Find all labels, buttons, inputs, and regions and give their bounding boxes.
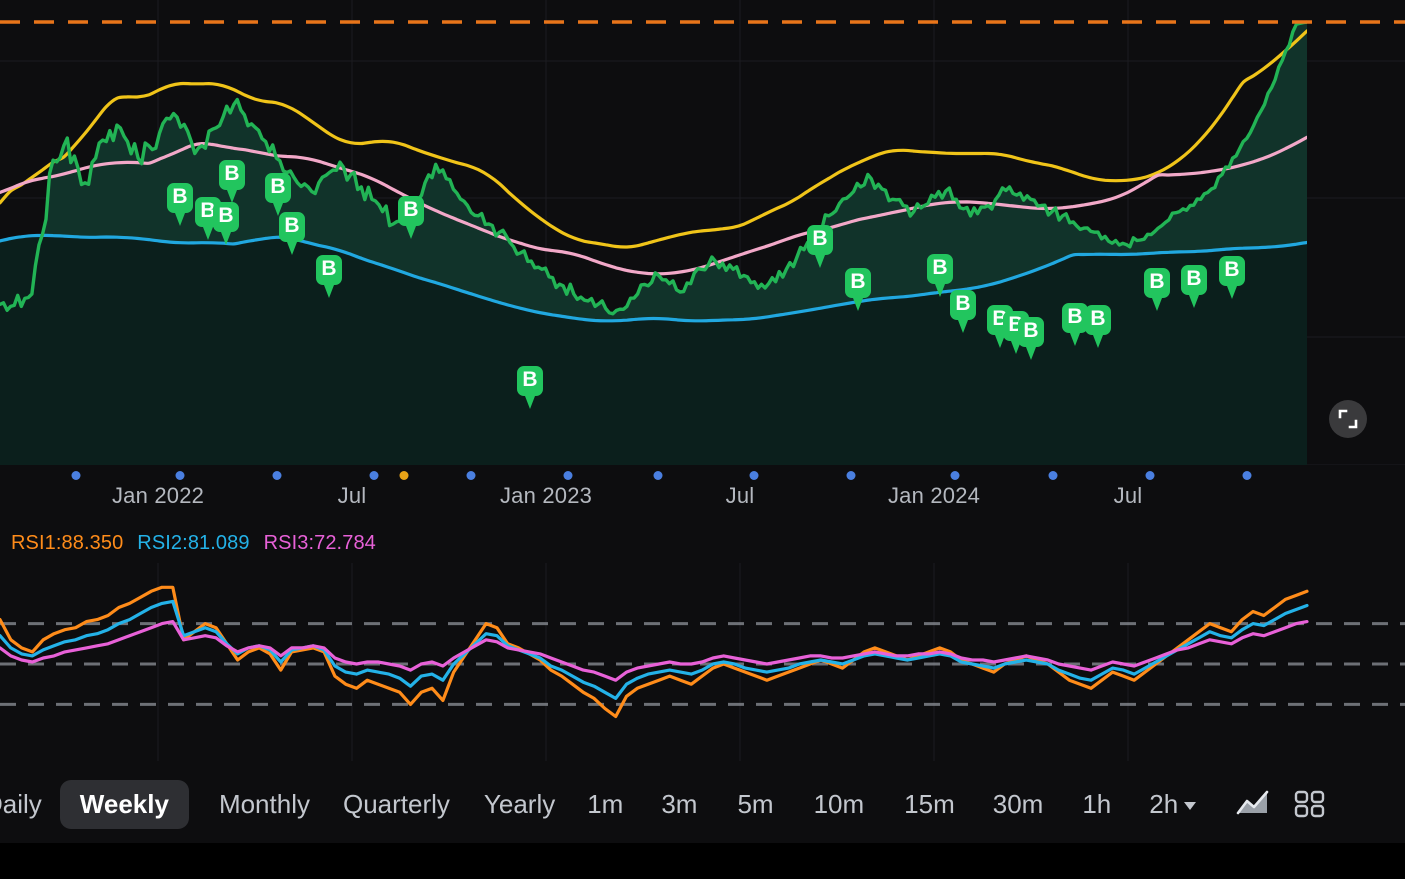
timeframe-1m[interactable]: 1m xyxy=(587,780,623,829)
event-dot[interactable] xyxy=(369,471,379,480)
event-dot[interactable] xyxy=(846,471,856,480)
timeframe-label: 1h xyxy=(1082,788,1112,819)
timeframe-15m[interactable]: 15m xyxy=(904,780,955,829)
axis-tick-label: Jul xyxy=(725,483,755,508)
timeframe-label: Monthly xyxy=(218,788,310,819)
timeframe-label: Yearly xyxy=(483,788,556,819)
buy-marker-label: B xyxy=(284,214,299,237)
timeframe-label: 3m xyxy=(661,788,698,819)
timeframe-label: 30m xyxy=(992,788,1044,819)
event-dot[interactable] xyxy=(1145,471,1155,480)
buy-marker-label: B xyxy=(224,162,239,185)
buy-marker-label: B xyxy=(270,175,285,198)
event-dot[interactable] xyxy=(749,471,759,480)
event-dot[interactable] xyxy=(563,471,573,480)
event-dot[interactable] xyxy=(175,471,185,480)
expand-chart-button[interactable] xyxy=(1329,400,1367,438)
event-dot-highlight[interactable] xyxy=(399,471,409,480)
axis-tick-label: Jan 2023 xyxy=(499,483,593,508)
grid-layout-icon[interactable] xyxy=(1294,789,1326,819)
timeframe-label: 5m xyxy=(737,788,774,819)
timeframe-yearly[interactable]: Yearly xyxy=(484,780,555,829)
buy-marker-label: B xyxy=(1023,319,1038,342)
rsi-legend-item-3: RSI3:72.784 xyxy=(263,531,376,554)
event-dot[interactable] xyxy=(466,471,476,480)
event-dot[interactable] xyxy=(71,471,81,480)
event-dot[interactable] xyxy=(653,471,663,480)
timeframe-label: Weekly xyxy=(79,788,169,819)
price-chart-svg: BBBBBBBBBBBBBB B BB BB B B xyxy=(0,0,1405,465)
buy-marker-label: B xyxy=(850,270,865,293)
axis-tick-label: Jan 2022 xyxy=(111,483,205,508)
rsi-legend-item-1: RSI1:88.350 xyxy=(11,531,124,554)
chevron-down-icon[interactable] xyxy=(1184,801,1197,810)
chart-app: BBBBBBBBBBBBBBBBBBBBB Jan 2022 Jul Jan 202… xyxy=(0,0,1405,879)
buy-marker-label: B xyxy=(955,292,970,315)
buy-marker-label: B xyxy=(812,227,827,250)
timeframe-2h[interactable]: 2h xyxy=(1149,780,1197,829)
timeframe-label: 10m xyxy=(813,788,865,819)
rsi-chart-panel[interactable] xyxy=(0,563,1405,761)
buy-marker-label: B xyxy=(1067,305,1082,328)
timeframe-daily[interactable]: Daily xyxy=(0,780,42,829)
timeframe-5m[interactable]: 5m xyxy=(737,780,773,829)
buy-marker-label: B xyxy=(1090,307,1105,330)
buy-marker-label: B xyxy=(403,198,418,221)
date-axis: Jan 2022 Jul Jan 2023 Jul Jan 2024 Jul xyxy=(0,465,1405,523)
timeframe-10m[interactable]: 10m xyxy=(814,780,865,829)
timeframe-monthly[interactable]: Monthly xyxy=(219,780,310,829)
buy-marker-label: B xyxy=(932,256,947,279)
event-dot[interactable] xyxy=(1242,471,1252,480)
buy-marker-label: B xyxy=(1149,270,1164,293)
buy-marker-label: B xyxy=(218,204,233,227)
line-chart-icon[interactable] xyxy=(1236,789,1270,819)
buy-marker-label: B xyxy=(172,185,187,208)
buy-marker-label: B xyxy=(321,257,336,280)
timeframe-toolbar[interactable]: Daily Weekly Monthly Quarterly Yearly 1m 3m 5m 1… xyxy=(0,765,1405,843)
event-dot[interactable] xyxy=(950,471,960,480)
timeframe-quarterly[interactable]: Quarterly xyxy=(343,780,450,829)
timeframe-30m[interactable]: 30m xyxy=(993,780,1044,829)
axis-tick-label: Jul xyxy=(1113,483,1143,508)
price-chart-panel[interactable]: BBBBBBBBBBBBBBBBBBBBB xyxy=(0,0,1405,465)
timeframe-label: Daily xyxy=(0,788,42,819)
buy-marker-label: B xyxy=(522,368,537,391)
timeframe-3m[interactable]: 3m xyxy=(661,780,697,829)
rsi-chart-svg xyxy=(0,563,1405,761)
event-dot[interactable] xyxy=(272,471,282,480)
axis-tick-label: Jan 2024 xyxy=(887,483,981,508)
expand-icon xyxy=(1338,409,1358,429)
timeframe-label: 2h xyxy=(1149,788,1179,819)
timeframe-weekly[interactable]: Weekly xyxy=(59,779,189,829)
event-dot[interactable] xyxy=(1048,471,1058,480)
buy-marker-label: B xyxy=(1224,258,1239,281)
timeframe-label: Quarterly xyxy=(342,788,450,819)
timeframe-label: 1m xyxy=(587,788,624,819)
timeframe-label: 15m xyxy=(904,788,955,819)
timeframe-1h[interactable]: 1h xyxy=(1082,780,1111,829)
axis-tick-label: Jul xyxy=(337,483,367,508)
buy-marker-label: B xyxy=(1186,267,1201,290)
rsi-legend: RSI1:88.350 RSI2:81.089 RSI3:72.784 xyxy=(0,528,376,558)
bottom-safe-area xyxy=(0,843,1405,879)
rsi-legend-item-2: RSI2:81.089 xyxy=(137,531,250,554)
